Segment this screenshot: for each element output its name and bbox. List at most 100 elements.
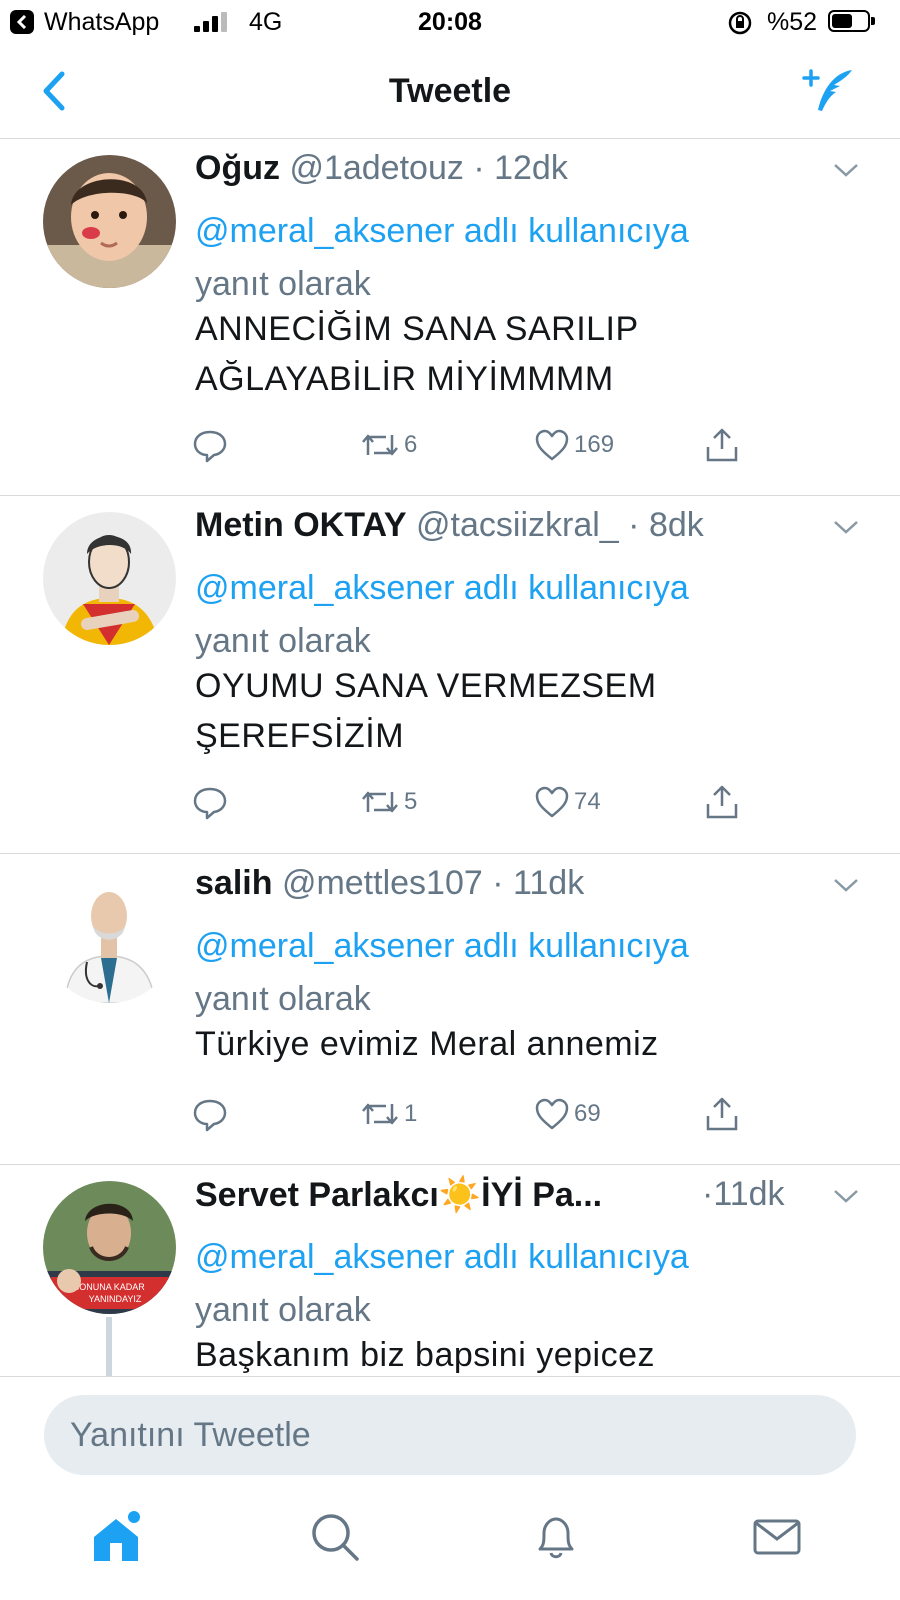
tab-search[interactable] — [303, 1505, 363, 1565]
like-button[interactable]: 169 — [534, 425, 614, 465]
mention-suffix[interactable]: adlı kullanıcıya — [464, 212, 689, 250]
tweet-time: 11dk — [513, 864, 585, 902]
retweet-count: 5 — [404, 788, 418, 815]
author-handle[interactable]: @1adetouz — [289, 149, 463, 187]
reply-bar: Yanıtını Tweetle — [0, 1376, 900, 1487]
avatar[interactable] — [43, 870, 176, 1003]
retweet-button[interactable]: 5 — [360, 782, 417, 822]
tweet-actions: 6 169 — [0, 425, 900, 465]
status-bar: WhatsApp 4G 20:08 %52 — [0, 0, 900, 46]
author-handle[interactable]: @mettles107 — [282, 864, 483, 902]
share-button[interactable] — [704, 1094, 740, 1134]
rotation-lock-icon — [728, 11, 752, 35]
search-icon — [312, 1514, 359, 1561]
avatar[interactable] — [43, 155, 176, 288]
mention-suffix[interactable]: adlı kullanıcıya — [464, 1238, 689, 1276]
reply-icon — [193, 430, 227, 463]
battery-percent: %52 — [767, 8, 818, 36]
mention-link[interactable]: @meral_aksener — [195, 927, 454, 965]
tweet-header: salih @mettles107 · 11dk — [195, 864, 584, 903]
tweet[interactable]: Oğuz @1adetouz · 12dk @meral_aksener adl… — [0, 139, 900, 496]
tweet-text: ANNECİĞİM SANA SARILIP AĞLAYABİLİR MİYİM… — [195, 310, 639, 398]
home-icon — [94, 1511, 140, 1561]
heart-icon — [535, 1098, 569, 1130]
like-count: 169 — [574, 431, 615, 458]
author-name[interactable]: Metin OKTAY — [195, 506, 407, 544]
reply-button[interactable] — [192, 425, 228, 465]
tweet-time-group: ·11dk — [702, 1175, 785, 1214]
avatar-banner-text: SONUNA KADAR — [73, 1282, 145, 1292]
reply-to-label: yanıt olarak — [195, 265, 371, 303]
tweet[interactable]: Metin OKTAY @tacsiizkral_ · 8dk @meral_a… — [0, 496, 900, 854]
compose-tweet-icon[interactable] — [800, 64, 860, 120]
retweet-button[interactable]: 1 — [360, 1094, 417, 1134]
mention-link[interactable]: @meral_aksener — [195, 569, 454, 607]
retweet-count: 6 — [404, 431, 418, 458]
author-handle[interactable]: @tacsiizkral_ — [416, 506, 619, 544]
share-button[interactable] — [704, 425, 740, 465]
reply-context: @meral_aksener adlı kullanıcıya yanıt ol… — [195, 562, 835, 668]
tweet-actions: 1 69 — [0, 1094, 900, 1134]
tab-notifications[interactable] — [524, 1505, 584, 1565]
page-title: Tweetle — [388, 72, 512, 110]
chevron-down-icon[interactable] — [832, 876, 860, 894]
mention-link[interactable]: @meral_aksener — [195, 1238, 454, 1276]
heart-icon — [535, 786, 569, 818]
tweet[interactable]: SONUNA KADAR YANINDAYIZ Servet Parlakcı☀… — [0, 1165, 900, 1376]
retweet-icon — [362, 791, 398, 813]
avatar[interactable] — [43, 512, 176, 645]
tweet-text: Türkiye evimiz Meral annemiz — [195, 1025, 659, 1063]
tab-bar — [0, 1487, 900, 1600]
reply-context: @meral_aksener adlı kullanıcıya yanıt ol… — [195, 920, 835, 1026]
reply-icon — [193, 1099, 227, 1132]
chevron-down-icon[interactable] — [832, 161, 860, 179]
retweet-button[interactable]: 6 — [360, 425, 417, 465]
chevron-down-icon[interactable] — [832, 1187, 860, 1205]
like-count: 69 — [574, 1100, 601, 1127]
tweet-time: 12dk — [494, 149, 568, 187]
messages-icon — [753, 1519, 801, 1555]
reply-input[interactable]: Yanıtını Tweetle — [44, 1395, 856, 1475]
like-count: 74 — [574, 788, 601, 815]
author-name[interactable]: salih — [195, 864, 272, 902]
tweet-header: Oğuz @1adetouz · 12dk — [195, 149, 568, 188]
reply-context: @meral_aksener adlı kullanıcıya yanıt ol… — [195, 1231, 835, 1337]
separator-dot: · — [702, 1175, 714, 1213]
separator-dot: · — [492, 864, 504, 902]
retweet-icon — [362, 1103, 398, 1125]
author-name[interactable]: Oğuz — [195, 149, 280, 187]
tab-home[interactable] — [82, 1505, 142, 1565]
share-button[interactable] — [704, 782, 740, 822]
thread-line — [106, 1317, 112, 1376]
battery-icon — [828, 10, 875, 32]
clock: 20:08 — [418, 8, 482, 36]
reply-icon — [193, 787, 227, 820]
tweet-time: 11dk — [713, 1175, 785, 1213]
chevron-down-icon[interactable] — [832, 518, 860, 536]
author-name[interactable]: Servet Parlakcı☀️İYİ Pa... — [195, 1176, 602, 1214]
tweet-time: 8dk — [648, 506, 704, 544]
reply-to-label: yanıt olarak — [195, 980, 371, 1018]
navigation-bar: Tweetle — [0, 46, 900, 139]
mention-suffix[interactable]: adlı kullanıcıya — [464, 927, 689, 965]
tweet[interactable]: salih @mettles107 · 11dk @meral_aksener … — [0, 854, 900, 1165]
like-button[interactable]: 69 — [534, 1094, 601, 1134]
mention-suffix[interactable]: adlı kullanıcıya — [464, 569, 689, 607]
reply-to-label: yanıt olarak — [195, 1291, 371, 1329]
tweet-text: Başkanım biz bapsini yepicez — [195, 1336, 656, 1374]
separator-dot: · — [473, 149, 485, 187]
reply-button[interactable] — [192, 782, 228, 822]
avatar-banner-text: YANINDAYIZ — [89, 1294, 142, 1304]
like-button[interactable]: 74 — [534, 782, 601, 822]
avatar[interactable]: SONUNA KADAR YANINDAYIZ — [43, 1181, 176, 1314]
reply-context: @meral_aksener adlı kullanıcıya yanıt ol… — [195, 205, 835, 311]
notifications-icon — [538, 1517, 574, 1559]
tab-messages[interactable] — [745, 1505, 805, 1565]
tweet-header: Metin OKTAY @tacsiizkral_ · 8dk — [195, 506, 704, 545]
reply-button[interactable] — [192, 1094, 228, 1134]
mention-link[interactable]: @meral_aksener — [195, 212, 454, 250]
reply-to-label: yanıt olarak — [195, 622, 371, 660]
share-icon — [706, 428, 738, 462]
retweet-icon — [362, 434, 398, 456]
share-icon — [706, 785, 738, 819]
